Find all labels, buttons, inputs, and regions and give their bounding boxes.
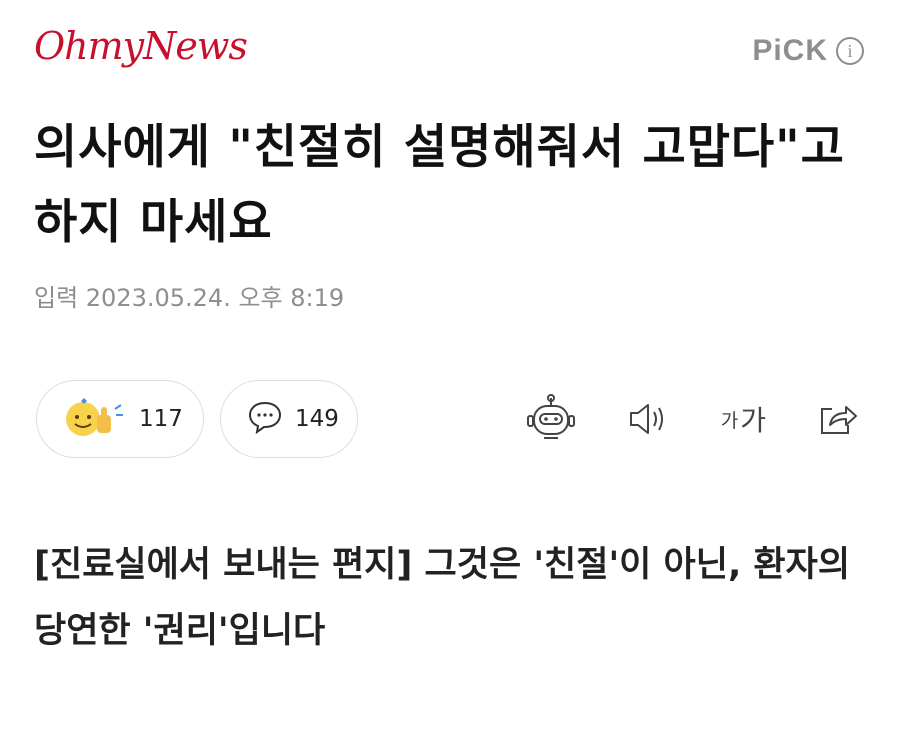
pick-label: PiCK	[752, 34, 828, 67]
info-icon[interactable]: i	[836, 37, 864, 65]
reaction-button[interactable]: 117	[36, 380, 204, 458]
reaction-emoji-icon	[63, 395, 127, 443]
speaker-icon[interactable]	[627, 392, 671, 446]
comment-button[interactable]: 149	[220, 380, 358, 458]
font-large-label: 가	[740, 404, 766, 437]
article-page: OhmyNews PiCK i 의사에게 "친절히 설명해줘서 고맙다"고 하지…	[0, 0, 900, 742]
article-toolbar: 가 가	[525, 392, 860, 446]
font-small-label: 가	[720, 409, 739, 432]
publish-date: 입력 2023.05.24. 오후 8:19	[34, 284, 345, 312]
press-logo[interactable]: OhmyNews	[34, 24, 248, 68]
article-title: 의사에게 "친절히 설명해줘서 고맙다"고 하지 마세요	[34, 120, 845, 250]
comment-count: 149	[295, 406, 339, 432]
font-size-icon[interactable]: 가 가	[721, 392, 766, 446]
pick-badge[interactable]: PiCK i	[752, 34, 864, 68]
like-count: 117	[139, 406, 183, 432]
robot-summary-icon[interactable]	[525, 392, 577, 446]
article-subtitle: [진료실에서 보내는 편지] 그것은 '친절'이 아닌, 환자의 당연한 '권리…	[34, 545, 851, 651]
share-icon[interactable]	[816, 392, 860, 446]
comment-icon	[247, 400, 283, 438]
